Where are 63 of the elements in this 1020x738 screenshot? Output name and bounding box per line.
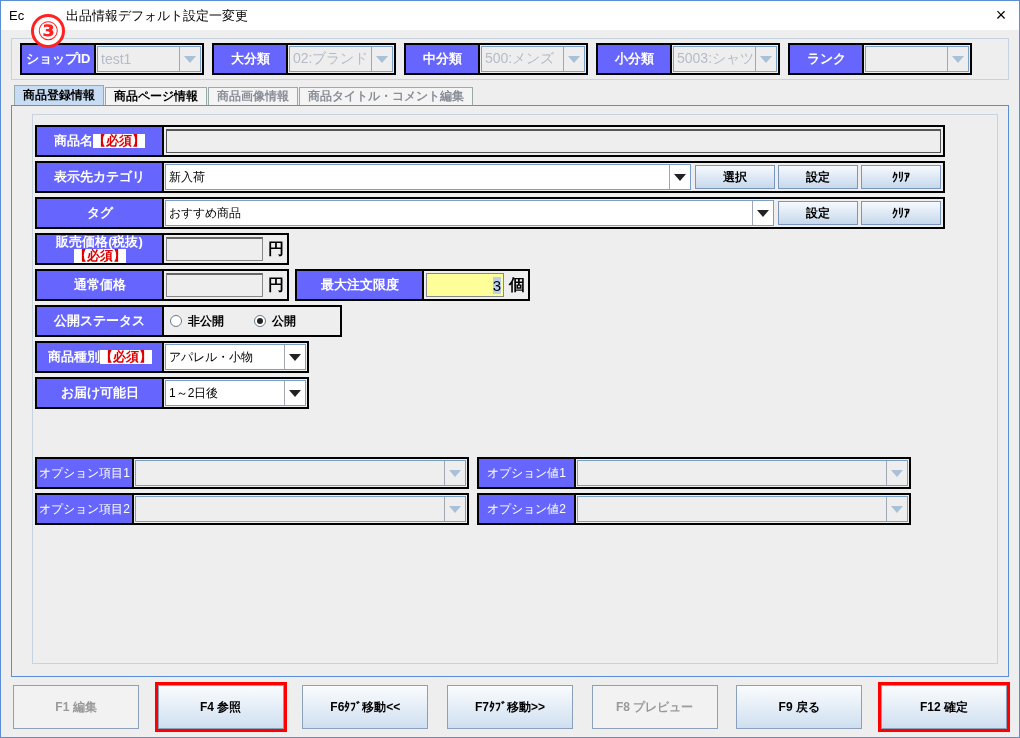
action-button[interactable]: ｸﾘｱ <box>861 165 941 189</box>
field-label: タグ <box>37 199 164 227</box>
unit-label: 円 <box>267 274 285 295</box>
required-mark: 【必須】 <box>93 134 145 148</box>
step-number-marker: ③ <box>31 14 65 48</box>
required-mark: 【必須】 <box>73 249 126 263</box>
filter-label: 小分類 <box>598 45 672 73</box>
filter-label: 大分類 <box>214 45 288 73</box>
dropdown[interactable]: アパレル・小物 <box>165 344 306 370</box>
function-key-button[interactable]: F4 参照 <box>157 685 284 729</box>
window-title: 出品情報デフォルト設定一変更 <box>66 6 249 25</box>
quantity-field[interactable]: 3 <box>426 273 504 297</box>
dropdown[interactable]: 1～2日後 <box>165 380 306 406</box>
price-field[interactable] <box>166 237 263 261</box>
field-label: お届け可能日 <box>37 379 164 407</box>
dropdown-arrow-icon <box>952 55 964 63</box>
dropdown-arrow-icon <box>674 173 686 181</box>
radio-option[interactable]: 公開 <box>254 312 296 330</box>
field-label: 販売価格(税抜) 【必須】 <box>37 235 164 263</box>
dropdown-arrow-icon <box>757 209 769 217</box>
function-key-button[interactable]: F9 戻る <box>736 685 863 729</box>
dropdown-arrow-icon <box>891 469 903 477</box>
dropdown-arrow-icon <box>289 389 301 397</box>
dropdown-arrow-icon <box>376 55 388 63</box>
dropdown[interactable]: おすすめ商品 <box>165 200 774 226</box>
dropdown-arrow-icon <box>449 505 461 513</box>
action-button[interactable]: ｸﾘｱ <box>861 201 941 225</box>
action-button[interactable]: 設定 <box>778 165 858 189</box>
dropdown-arrow-icon <box>760 55 772 63</box>
field-label: 表示先カテゴリ <box>37 163 164 191</box>
field-label: 商品名【必須】 <box>37 127 164 155</box>
required-mark: 【必須】 <box>99 350 152 364</box>
field-label: 公開ステータス <box>37 307 164 335</box>
option-label: オプション項目1 <box>37 459 135 487</box>
tab[interactable]: 商品ページ情報 <box>105 87 207 105</box>
dropdown-arrow-icon <box>891 505 903 513</box>
radio-option[interactable]: 非公開 <box>170 312 224 330</box>
dropdown-arrow-icon <box>184 55 196 63</box>
unit-label: 個 <box>507 274 526 295</box>
function-key-button[interactable]: F6ﾀﾌﾞ移動<< <box>302 685 429 729</box>
tab[interactable]: 商品登録情報 <box>14 85 104 105</box>
price-field[interactable] <box>166 273 263 297</box>
function-key-button[interactable]: F7ﾀﾌﾞ移動>> <box>446 685 573 729</box>
dropdown-arrow-icon <box>289 353 301 361</box>
option-label: オプション項目2 <box>37 495 135 523</box>
field-label: 商品種別【必須】 <box>37 343 164 371</box>
filter-label: ショップID <box>22 45 96 73</box>
unit-label: 円 <box>267 238 285 259</box>
function-key-button[interactable]: F12 確定 <box>880 685 1007 729</box>
filter-label: ランク <box>790 45 864 73</box>
window-title: Ec <box>9 8 25 23</box>
field-label: 最大注文限度 <box>297 271 424 299</box>
action-button[interactable]: 設定 <box>778 201 858 225</box>
close-button[interactable]: × <box>991 5 1011 26</box>
filter-label: 中分類 <box>406 45 480 73</box>
option-label: オプション値1 <box>479 459 577 487</box>
action-button[interactable]: 選択 <box>695 165 775 189</box>
dropdown-arrow-icon <box>568 55 580 63</box>
text-field[interactable] <box>166 129 941 153</box>
dropdown[interactable]: 新入荷 <box>165 164 691 190</box>
field-label: 通常価格 <box>37 271 164 299</box>
option-label: オプション値2 <box>479 495 577 523</box>
dropdown-arrow-icon <box>449 469 461 477</box>
